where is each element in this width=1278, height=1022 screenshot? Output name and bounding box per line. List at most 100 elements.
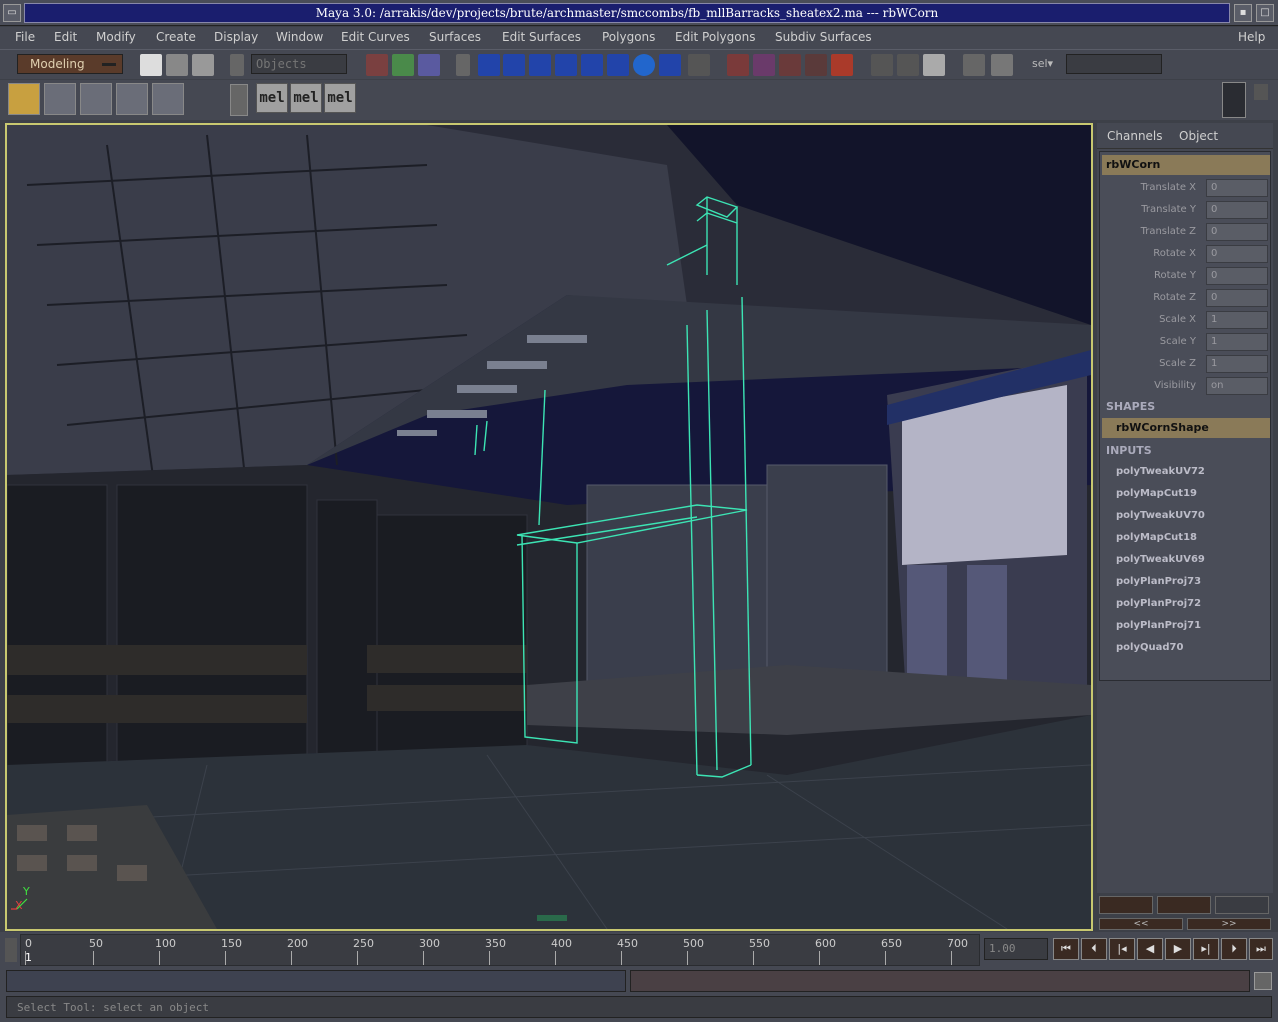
rotate-tool-icon[interactable] — [116, 83, 148, 115]
menu-file[interactable]: File — [15, 30, 35, 44]
select-by-component-icon[interactable] — [418, 54, 440, 76]
tab-object[interactable]: Object — [1179, 129, 1218, 143]
input-node-item[interactable]: polyTweakUV72 — [1116, 466, 1205, 477]
attribute-value-field[interactable]: 0 — [1206, 267, 1268, 285]
menu-edit-curves[interactable]: Edit Curves — [341, 30, 410, 44]
minimize-button[interactable]: ▪ — [1234, 4, 1252, 22]
scale-tool-icon[interactable] — [152, 83, 184, 115]
output-connections-icon[interactable] — [897, 54, 919, 76]
mel-button-2[interactable]: mel — [290, 83, 322, 113]
window-menu-button[interactable]: ▭ — [3, 4, 21, 22]
time-slider-toggle-icon[interactable] — [5, 938, 17, 962]
cb-button-move[interactable] — [1099, 896, 1153, 914]
go-to-end-icon[interactable]: ⏭ — [1249, 938, 1273, 960]
pick-joints-icon[interactable] — [503, 54, 525, 76]
snap-grid-icon[interactable] — [727, 54, 749, 76]
menu-edit-polygons[interactable]: Edit Polygons — [675, 30, 755, 44]
layout-shortcut-icon[interactable] — [1222, 82, 1246, 118]
step-back-key-icon[interactable]: ⏴ — [1081, 938, 1107, 960]
select-tool-icon[interactable] — [8, 83, 40, 115]
object-name[interactable]: rbWCorn — [1102, 155, 1270, 175]
new-scene-icon[interactable] — [140, 54, 162, 76]
pick-surfaces-icon[interactable] — [555, 54, 577, 76]
snap-point-icon[interactable] — [779, 54, 801, 76]
attribute-value-field[interactable]: 0 — [1206, 201, 1268, 219]
input-node-item[interactable]: polyPlanProj71 — [1116, 620, 1201, 631]
menu-window[interactable]: Window — [276, 30, 323, 44]
mask-toggle-icon[interactable] — [456, 54, 470, 76]
attribute-value-field[interactable]: 0 — [1206, 245, 1268, 263]
attribute-value-field[interactable]: 1 — [1206, 333, 1268, 351]
attribute-value-field[interactable]: 1 — [1206, 311, 1268, 329]
ipr-render-icon[interactable] — [991, 54, 1013, 76]
range-slider-right[interactable] — [630, 970, 1250, 992]
current-time-marker[interactable]: 1 — [25, 951, 32, 964]
input-node-item[interactable]: polyPlanProj72 — [1116, 598, 1201, 609]
pick-misc-icon[interactable] — [659, 54, 681, 76]
input-node-item[interactable]: polyPlanProj73 — [1116, 576, 1201, 587]
menu-create[interactable]: Create — [156, 30, 196, 44]
open-scene-icon[interactable] — [166, 54, 188, 76]
mel-button-1[interactable]: mel — [256, 83, 288, 113]
menu-surfaces[interactable]: Surfaces — [429, 30, 481, 44]
input-connections-icon[interactable] — [871, 54, 893, 76]
input-node-item[interactable]: polyTweakUV69 — [1116, 554, 1205, 565]
attribute-value-field[interactable]: on — [1206, 377, 1268, 395]
timeline[interactable]: 0 50 100 150 200 250 300 350 400 450 500 550 600 650 7… — [20, 934, 980, 966]
animation-prefs-icon[interactable] — [1254, 972, 1272, 990]
lock-selection-icon[interactable] — [688, 54, 710, 76]
menu-edit[interactable]: Edit — [54, 30, 77, 44]
input-node-item[interactable]: polyTweakUV70 — [1116, 510, 1205, 521]
tab-channels[interactable]: Channels — [1107, 129, 1163, 143]
menu-subdiv-surfaces[interactable]: Subdiv Surfaces — [775, 30, 872, 44]
select-by-hierarchy-icon[interactable] — [366, 54, 388, 76]
move-tool-icon[interactable] — [80, 83, 112, 115]
construction-history-icon[interactable] — [923, 54, 945, 76]
snap-curve-icon[interactable] — [753, 54, 775, 76]
range-slider-left[interactable] — [6, 970, 626, 992]
pick-handles-icon[interactable] — [478, 54, 500, 76]
play-backward-icon[interactable]: ◀ — [1137, 938, 1163, 960]
cb-button-rotate[interactable] — [1157, 896, 1211, 914]
attribute-value-field[interactable]: 0 — [1206, 179, 1268, 197]
maximize-button[interactable]: □ — [1256, 4, 1274, 22]
mel-button-3[interactable]: mel — [324, 83, 356, 113]
step-forward-key-icon[interactable]: ⏵ — [1221, 938, 1247, 960]
input-node-item[interactable]: polyQuad70 — [1116, 642, 1183, 653]
render-view-icon[interactable] — [963, 54, 985, 76]
save-scene-icon[interactable] — [192, 54, 214, 76]
menu-modify[interactable]: Modify — [96, 30, 136, 44]
cb-prev-button[interactable]: << — [1099, 918, 1183, 930]
make-live-icon[interactable] — [831, 54, 853, 76]
attribute-value-field[interactable]: 0 — [1206, 223, 1268, 241]
trash-icon[interactable] — [1254, 84, 1268, 100]
input-node-item[interactable]: polyMapCut18 — [1116, 532, 1197, 543]
menu-help[interactable]: Help — [1238, 30, 1265, 44]
select-by-object-icon[interactable] — [392, 54, 414, 76]
shelf-tab-menu-icon[interactable] — [230, 84, 248, 116]
objects-field[interactable] — [251, 54, 347, 74]
mode-selector[interactable]: Modeling — [17, 54, 123, 74]
viewport-3d[interactable]: X Y — [5, 123, 1093, 931]
pick-curves-icon[interactable] — [529, 54, 551, 76]
menu-edit-surfaces[interactable]: Edit Surfaces — [502, 30, 581, 44]
go-to-start-icon[interactable]: ⏮ — [1053, 938, 1079, 960]
pick-dynamics-icon[interactable] — [607, 54, 629, 76]
step-forward-frame-icon[interactable]: ▸| — [1193, 938, 1219, 960]
lasso-tool-icon[interactable] — [44, 83, 76, 115]
pick-rendering-icon[interactable] — [633, 54, 655, 76]
play-forward-icon[interactable]: ▶ — [1165, 938, 1191, 960]
selection-mask-toggle-icon[interactable] — [230, 54, 244, 76]
menu-polygons[interactable]: Polygons — [602, 30, 655, 44]
menu-display[interactable]: Display — [214, 30, 258, 44]
cb-next-button[interactable]: >> — [1187, 918, 1271, 930]
snap-view-plane-icon[interactable] — [805, 54, 827, 76]
pick-deformations-icon[interactable] — [581, 54, 603, 76]
current-frame-field[interactable]: 1.00 — [984, 938, 1048, 960]
step-back-frame-icon[interactable]: |◂ — [1109, 938, 1135, 960]
input-node-item[interactable]: polyMapCut19 — [1116, 488, 1197, 499]
cb-button-scale[interactable] — [1215, 896, 1269, 914]
attribute-value-field[interactable]: 0 — [1206, 289, 1268, 307]
shape-name[interactable]: rbWCornShape — [1102, 418, 1270, 438]
attribute-value-field[interactable]: 1 — [1206, 355, 1268, 373]
